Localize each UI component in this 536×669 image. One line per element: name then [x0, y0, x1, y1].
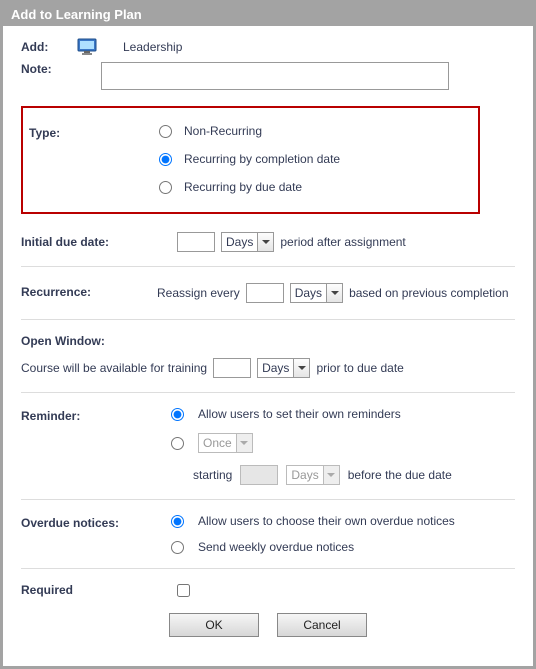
radio-by-completion[interactable]: [159, 153, 172, 166]
initial-due-label: Initial due date:: [21, 235, 171, 249]
note-input[interactable]: [101, 62, 449, 90]
reminder-allow-users-radio[interactable]: [171, 408, 184, 421]
reminder-label: Reminder:: [21, 407, 171, 423]
cancel-button[interactable]: Cancel: [277, 613, 367, 637]
ok-button[interactable]: OK: [169, 613, 259, 637]
type-option-non-recurring[interactable]: Non-Recurring: [159, 124, 464, 138]
recurrence-unit-select[interactable]: Days: [290, 283, 343, 303]
initial-due-row: Initial due date: Days period after assi…: [21, 232, 515, 252]
reminder-row: Reminder: Allow users to set their own r…: [21, 407, 515, 485]
divider: [21, 499, 515, 500]
open-window-label: Open Window:: [21, 334, 515, 348]
add-label: Add:: [21, 40, 77, 54]
reminder-allow-users-label: Allow users to set their own reminders: [198, 407, 401, 421]
type-option-label: Recurring by due date: [184, 180, 302, 194]
select-value: Days: [262, 361, 289, 375]
chevron-down-icon: [257, 233, 273, 251]
reminder-starting-row: starting Days before the due date: [193, 465, 515, 485]
overdue-label: Overdue notices:: [21, 514, 171, 530]
reminder-starting-value: [240, 465, 278, 485]
open-window-value[interactable]: [213, 358, 251, 378]
select-value: Days: [226, 235, 253, 249]
recurrence-value[interactable]: [246, 283, 284, 303]
radio-by-due[interactable]: [159, 181, 172, 194]
monitor-icon: [77, 38, 99, 56]
radio-non-recurring[interactable]: [159, 125, 172, 138]
type-option-label: Recurring by completion date: [184, 152, 340, 166]
chevron-down-icon: [293, 359, 309, 377]
divider: [21, 568, 515, 569]
reminder-once-select[interactable]: Once: [198, 433, 253, 453]
chevron-down-icon: [236, 434, 252, 452]
initial-due-suffix: period after assignment: [280, 235, 405, 249]
recurrence-label: Recurrence:: [21, 281, 151, 299]
type-options: Non-Recurring Recurring by completion da…: [159, 124, 464, 194]
recurrence-prefix: Reassign every: [157, 281, 240, 305]
open-window-row: Course will be available for training Da…: [21, 358, 515, 378]
note-row: Note:: [21, 62, 515, 90]
type-option-by-completion[interactable]: Recurring by completion date: [159, 152, 464, 166]
item-name: Leadership: [123, 40, 182, 54]
required-label: Required: [21, 583, 171, 597]
dialog-content: Add: Leadership Note: Type:: [3, 26, 533, 647]
add-row: Add: Leadership: [21, 38, 515, 56]
open-window-unit-select[interactable]: Days: [257, 358, 310, 378]
chevron-down-icon: [323, 466, 339, 484]
open-window-prefix: Course will be available for training: [21, 361, 207, 375]
reminder-once-radio[interactable]: [171, 437, 184, 450]
divider: [21, 392, 515, 393]
required-checkbox[interactable]: [177, 584, 190, 597]
overdue-allow-users-label: Allow users to choose their own overdue …: [198, 514, 455, 528]
type-highlight-box: Type: Non-Recurring Recurring by complet…: [21, 106, 480, 214]
overdue-options: Allow users to choose their own overdue …: [171, 514, 515, 554]
overdue-weekly-radio[interactable]: [171, 541, 184, 554]
reminder-options: Allow users to set their own reminders O…: [171, 407, 515, 485]
divider: [21, 266, 515, 267]
reminder-starting-label: starting: [193, 468, 232, 482]
chevron-down-icon: [326, 284, 342, 302]
type-option-label: Non-Recurring: [184, 124, 262, 138]
dialog-buttons: OK Cancel: [21, 613, 515, 637]
open-window-suffix: prior to due date: [316, 361, 403, 375]
initial-due-unit-select[interactable]: Days: [221, 232, 274, 252]
recurrence-suffix: based on previous completion: [349, 281, 508, 305]
initial-due-value[interactable]: [177, 232, 215, 252]
divider: [21, 319, 515, 320]
select-value: Once: [203, 436, 232, 450]
select-value: Days: [291, 468, 318, 482]
recurrence-row: Recurrence: Reassign every Days based on…: [21, 281, 515, 305]
overdue-weekly-label: Send weekly overdue notices: [198, 540, 354, 554]
reminder-starting-unit-select: Days: [286, 465, 339, 485]
reminder-starting-suffix: before the due date: [348, 468, 452, 482]
overdue-row: Overdue notices: Allow users to choose t…: [21, 514, 515, 554]
type-option-by-due[interactable]: Recurring by due date: [159, 180, 464, 194]
overdue-allow-users-radio[interactable]: [171, 515, 184, 528]
dialog-title: Add to Learning Plan: [3, 3, 533, 26]
required-row: Required: [21, 583, 515, 597]
type-label: Type:: [29, 124, 159, 140]
select-value: Days: [295, 281, 322, 305]
add-to-learning-plan-dialog: Add to Learning Plan Add: Leadership Not…: [0, 0, 536, 669]
note-label: Note:: [21, 62, 77, 76]
